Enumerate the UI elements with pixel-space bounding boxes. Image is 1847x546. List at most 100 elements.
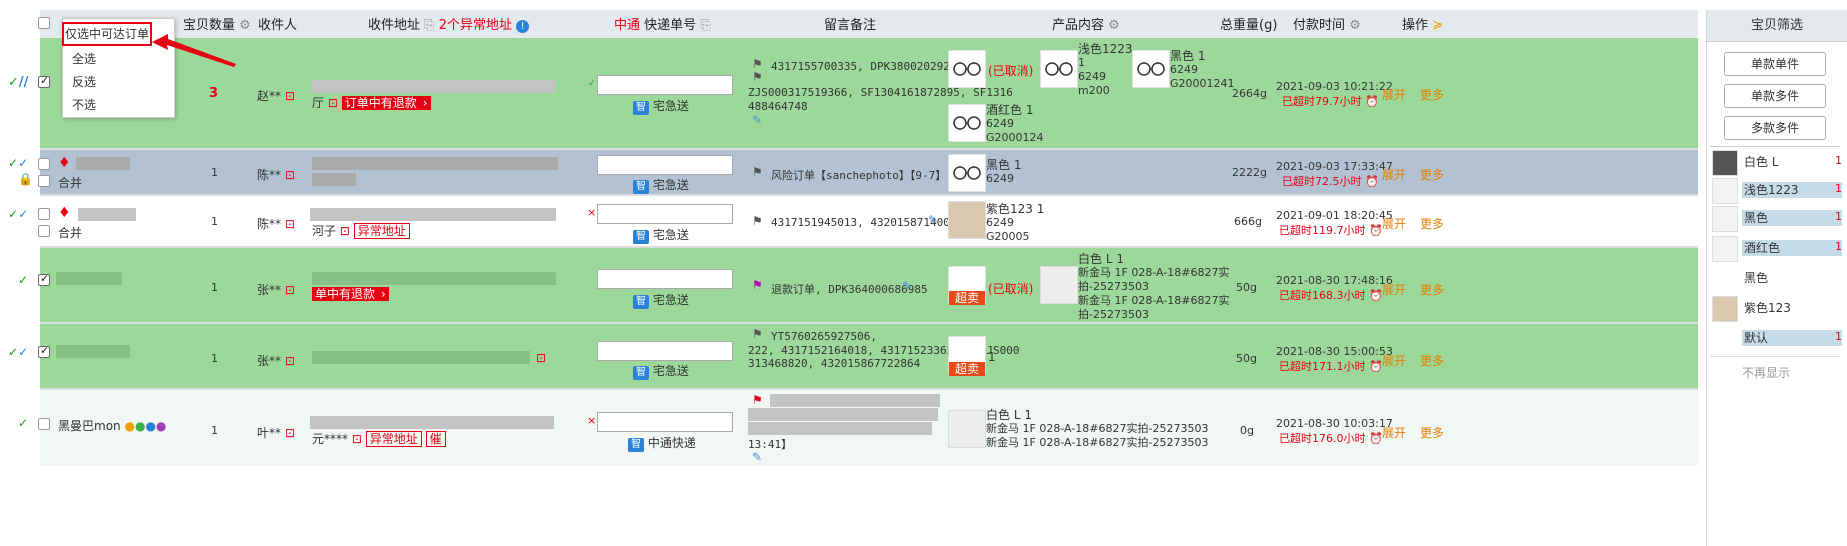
gear-icon[interactable]: ⚙ [239, 18, 251, 33]
dismiss-link[interactable]: 不再显示 [1742, 364, 1790, 381]
tracking-input[interactable] [597, 75, 733, 95]
express-button[interactable]: 智 中通快递 [628, 434, 696, 452]
address-line: 厅 ⊡ 订单中有退款 › [312, 94, 431, 111]
address-blurred [310, 208, 556, 221]
edit-icon[interactable]: ✎ [902, 279, 912, 293]
remark-text: 313468820, 432015867722864 [748, 357, 921, 370]
expand-link[interactable]: 展开 [1382, 166, 1406, 183]
weight-value: 50g [1236, 281, 1257, 294]
dropdown-item-only-reachable[interactable]: 仅选中可达订单 [62, 22, 152, 46]
divider [1710, 356, 1840, 357]
expand-link[interactable]: 展开 [1382, 424, 1406, 441]
expand-link[interactable]: 展开 [1382, 215, 1406, 232]
recipient-name: 张** ⊡ [257, 283, 295, 297]
flag-icon: ⚑ [752, 393, 763, 407]
carrier-label[interactable]: 中通 [614, 18, 640, 33]
express-icon: 智 [633, 101, 649, 115]
address-blurred [312, 272, 556, 285]
row-checkbox[interactable] [38, 272, 50, 286]
filter-item[interactable]: 白色 L1 [1712, 150, 1844, 176]
recipient-name: 赵** ⊡ [257, 89, 295, 103]
more-link[interactable]: 更多 [1420, 424, 1444, 441]
address-blurred [312, 157, 558, 170]
filter-item[interactable]: 默认 1 [1712, 326, 1844, 352]
annotation-arrow [152, 34, 236, 67]
cancelled-label: (已取消) [988, 282, 1034, 296]
recipient-name: 张** ⊡ [257, 354, 295, 368]
row-checkbox[interactable] [38, 418, 50, 430]
merge-checkbox[interactable] [38, 175, 50, 187]
row-checkbox[interactable] [38, 344, 50, 358]
remark-text: 4317151945013, 432015871400186 [771, 216, 970, 229]
filter-item[interactable]: 黑色 1 [1712, 206, 1844, 232]
tracking-input[interactable] [597, 412, 733, 432]
more-link[interactable]: 更多 [1420, 166, 1444, 183]
remark-text: YT5760265927506, [771, 330, 877, 343]
tracking-input[interactable] [597, 155, 733, 175]
merge-checkbox[interactable] [38, 225, 50, 237]
row-checkbox[interactable] [38, 208, 50, 220]
recipient-name: 陈** ⊡ [257, 217, 295, 231]
tracking-input[interactable] [597, 341, 733, 361]
lock-icon: ⊡ [536, 351, 547, 365]
urge-tag[interactable]: 催 [425, 431, 446, 447]
address-blurred [310, 416, 554, 429]
cancelled-label: (已取消) [988, 64, 1034, 78]
filter-item[interactable]: 黑色 [1712, 266, 1844, 292]
expand-link[interactable]: 展开 [1382, 86, 1406, 103]
edit-icon[interactable]: ✎ [928, 213, 938, 227]
refund-tag[interactable]: 单中有退款 [312, 287, 379, 301]
filter-item[interactable]: 紫色123 [1712, 296, 1844, 322]
express-button[interactable]: 智 宅急送 [633, 176, 689, 194]
dropdown-item-select-all[interactable]: 全选 [72, 50, 96, 68]
tracking-input[interactable] [597, 269, 733, 289]
filter-single-multi-button[interactable]: 单款多件 [1724, 84, 1826, 108]
remark-blurred [770, 394, 940, 407]
edit-icon[interactable]: ✎ [752, 113, 762, 127]
filter-multi-multi-button[interactable]: 多款多件 [1724, 116, 1826, 140]
lock-icon: ⊡ [327, 96, 338, 110]
weight-value: 0g [1240, 424, 1254, 437]
expand-link[interactable]: 展开 [1382, 281, 1406, 298]
filter-single-single-button[interactable]: 单款单件 [1724, 52, 1826, 76]
express-button[interactable]: 智 宅急送 [633, 226, 689, 244]
express-button[interactable]: 智 宅急送 [633, 291, 689, 309]
more-link[interactable]: 更多 [1420, 215, 1444, 232]
row-checkbox[interactable] [38, 74, 50, 88]
abnormal-address-tag[interactable]: 异常地址 [353, 223, 410, 239]
gear-icon[interactable]: ⚙ [1108, 18, 1120, 33]
weight-value: 50g [1236, 352, 1257, 365]
info-icon[interactable]: ! [516, 20, 530, 33]
expand-link[interactable]: 展开 [1382, 352, 1406, 369]
chevron-down-icon[interactable]: ≽ [1432, 18, 1443, 33]
abnormal-address-link[interactable]: 2个异常地址 [439, 18, 512, 33]
abnormal-address-tag[interactable]: 异常地址 [365, 431, 422, 447]
address-line: 河子 ⊡ 异常地址 [312, 222, 410, 239]
edit-icon[interactable]: ✎ [752, 450, 762, 464]
product-thumb [1040, 266, 1078, 304]
pay-time: 2021-09-03 10:21:22 [1276, 80, 1393, 93]
select-all-checkbox[interactable] [38, 17, 50, 29]
address-blurred [312, 351, 530, 364]
address-line: 单中有退款 › [312, 287, 389, 301]
express-button[interactable]: 智 宅急送 [633, 97, 689, 115]
gear-icon[interactable]: ⚙ [1349, 18, 1361, 33]
dropdown-item-none[interactable]: 不选 [72, 96, 96, 114]
qty-value: 1 [211, 281, 218, 294]
more-link[interactable]: 更多 [1420, 86, 1444, 103]
more-link[interactable]: 更多 [1420, 352, 1444, 369]
tracking-input[interactable] [597, 204, 733, 224]
refund-tag[interactable]: 订单中有退款 [341, 96, 420, 110]
remark-text: 4317155700335, DPK380020292752 [771, 60, 970, 73]
copy-icon[interactable]: ⎘ [424, 18, 434, 33]
diamond-icon: ♦ [58, 155, 71, 171]
oversold-badge: 超卖 [949, 291, 985, 305]
express-button[interactable]: 智 宅急送 [633, 362, 689, 380]
more-link[interactable]: 更多 [1420, 281, 1444, 298]
merge-label: 合并 [58, 226, 83, 240]
copy-icon[interactable]: ⎘ [700, 18, 710, 33]
filter-item[interactable]: 浅色1223 1 [1712, 178, 1844, 204]
row-checkbox[interactable] [38, 158, 50, 170]
filter-item[interactable]: 酒红色 1 [1712, 236, 1844, 262]
dropdown-item-invert[interactable]: 反选 [72, 73, 96, 91]
